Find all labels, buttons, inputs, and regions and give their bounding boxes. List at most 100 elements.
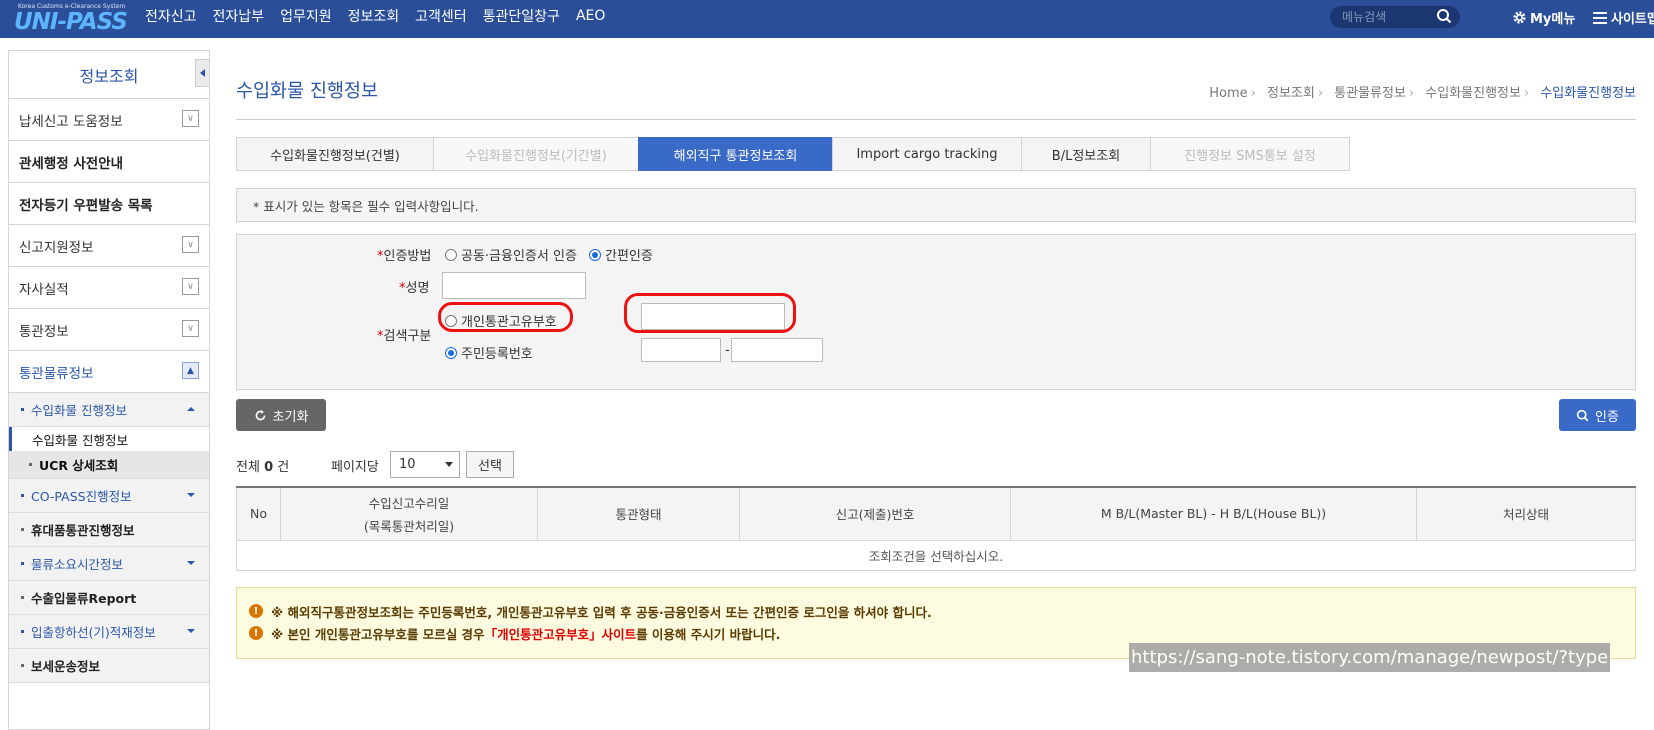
sidebar-item-label: 통관물류정보 [19, 365, 94, 382]
col-accept-date: 수입신고수리일 (목록통관처리일) [280, 486, 538, 541]
my-menu-button[interactable]: My메뉴 [1512, 8, 1575, 27]
nav-e-declaration[interactable]: 전자신고 [145, 6, 197, 26]
tab-bl-info[interactable]: B/L정보조회 [1021, 137, 1151, 171]
search-type-label: *검색구분 [377, 329, 432, 344]
name-input[interactable] [442, 272, 586, 299]
col-status: 처리상태 [1416, 486, 1636, 541]
menu-search-input[interactable] [1342, 9, 1432, 25]
hamburger-icon [1593, 11, 1607, 24]
empty-message: 조회조건을 선택하십시오. [236, 539, 1636, 571]
col-declaration-no: 신고(제출)번호 [739, 486, 1011, 541]
sidebar-sub-report[interactable]: 수출입물류Report [9, 581, 209, 615]
sidebar-item-tax-help[interactable]: 납세신고 도움정보 ∨ [9, 99, 209, 141]
rrn-back-input[interactable] [731, 338, 823, 362]
sidebar-sub-logistics-time[interactable]: 물류소요시간정보 [9, 547, 209, 581]
nav-aeo[interactable]: AEO [576, 8, 605, 24]
rrn-dash: - [725, 343, 730, 358]
tab-overseas-direct-purchase[interactable]: 해외직구 통관정보조회 [638, 137, 833, 171]
nav-work-support[interactable]: 업무지원 [280, 6, 332, 26]
gear-icon [1513, 11, 1526, 24]
sidebar-sub-label: UCR 상세조회 [39, 458, 119, 473]
warning-line: ! ※ 해외직구통관정보조회는 주민등록번호, 개인통관고유부호 입력 후 공동·… [249, 600, 1635, 622]
sidebar-sub-bonded-transport[interactable]: 보세운송정보 [9, 649, 209, 683]
uni-pass-logo[interactable]: Korea Customs e-Clearance System UNI-PAS… [12, 3, 128, 35]
radio-button-selected[interactable] [589, 248, 601, 261]
radio-simple-auth[interactable]: 간편인증 [589, 245, 653, 264]
sidebar-item-label: 자사실적 [19, 281, 69, 298]
bullet-icon [21, 596, 24, 599]
tab-import-cargo-period: 수입화물진행정보(기간별) [433, 137, 639, 171]
exclamation-icon: ! [249, 626, 263, 640]
radio-resident-number[interactable]: 주민등록번호 [445, 343, 533, 362]
select-button[interactable]: 선택 [466, 451, 514, 478]
bullet-icon [21, 562, 24, 565]
bullet-icon [21, 630, 24, 633]
sidebar-sub-import-cargo[interactable]: 수입화물 진행정보 [9, 393, 209, 427]
reset-button[interactable]: 초기화 [236, 399, 326, 431]
per-page-label: 페이지당 [331, 460, 379, 475]
caret-up-icon [187, 407, 195, 411]
breadcrumb-item[interactable]: 정보조회 [1267, 86, 1315, 101]
logo-text: UNI-PASS [14, 9, 128, 35]
sidebar-item-label: 전자등기 우편발송 목록 [19, 197, 153, 214]
chevron-down-icon[interactable]: ∨ [182, 110, 199, 127]
sidebar-item-clearance-info[interactable]: 통관정보 ∨ [9, 309, 209, 351]
tab-import-cargo-tracking[interactable]: Import cargo tracking [832, 137, 1022, 171]
my-menu-label: My메뉴 [1530, 12, 1576, 27]
sidebar-sub-label: 보세운송정보 [31, 659, 101, 674]
nav-single-window[interactable]: 통관단일창구 [483, 6, 560, 26]
sidebar-item-company-record[interactable]: 자사실적 ∨ [9, 267, 209, 309]
sidebar-sub-ucr[interactable]: UCR 상세조회 [9, 451, 209, 479]
results-table: No 수입신고수리일 (목록통관처리일) 통관형태 신고(제출)번호 M B/L(… [236, 486, 1636, 571]
auth-method-label: *인증방법 [377, 249, 432, 264]
search-form: *인증방법 공동·금융인증서 인증 간편인증 *성명 *검색구분 개인통관고유부… [236, 234, 1636, 390]
red-highlight-circle [438, 302, 573, 332]
nav-e-payment[interactable]: 전자납부 [213, 6, 265, 26]
radio-certificate-auth[interactable]: 공동·금융인증서 인증 [445, 245, 577, 264]
per-page-select[interactable]: 10 [390, 451, 460, 478]
breadcrumb-home[interactable]: Home [1209, 86, 1247, 101]
global-nav: 전자신고 전자납부 업무지원 정보조회 고객센터 통관단일창구 AEO [145, 0, 621, 32]
sidebar-sub-copass[interactable]: CO-PASS진행정보 [9, 479, 209, 513]
col-bl: M B/L(Master BL) - H B/L(House BL)) [1010, 486, 1417, 541]
breadcrumb-item[interactable]: 수입화물진행정보 [1425, 86, 1521, 101]
radio-button-selected[interactable] [445, 346, 457, 359]
authenticate-label: 인증 [1595, 409, 1619, 425]
chevron-left-icon [200, 69, 205, 77]
radio-button[interactable] [445, 248, 457, 261]
search-icon [1576, 409, 1589, 421]
chevron-down-icon[interactable]: ∨ [182, 236, 199, 253]
bullet-icon [21, 528, 24, 531]
nav-customer-center[interactable]: 고객센터 [415, 6, 467, 26]
authenticate-button[interactable]: 인증 [1559, 399, 1636, 431]
sidebar-sub-carry-on[interactable]: 휴대품통관진행정보 [9, 513, 209, 547]
sidebar-item-logistics-info[interactable]: 통관물류정보 ▲ [9, 351, 209, 393]
menu-search-box [1330, 6, 1460, 28]
chevron-down-icon[interactable]: ∨ [182, 278, 199, 295]
sidebar-sub-label: 휴대품통관진행정보 [31, 523, 135, 538]
sidebar-item-customs-notice[interactable]: 관세행정 사전안내 [9, 141, 209, 183]
breadcrumb-current: 수입화물진행정보 [1540, 86, 1636, 101]
sidebar-collapse-button[interactable] [195, 59, 209, 87]
chevron-up-icon[interactable]: ▲ [182, 362, 199, 379]
col-no: No [236, 486, 281, 541]
tab-bar: 수입화물진행정보(건별) 수입화물진행정보(기간별) 해외직구 통관정보조회 I… [236, 137, 1350, 171]
tab-sms-notification: 진행정보 SMS통보 설정 [1150, 137, 1350, 171]
divider [236, 119, 1636, 120]
breadcrumb-item[interactable]: 통관물류정보 [1334, 86, 1406, 101]
search-icon[interactable] [1436, 8, 1452, 24]
sidebar-sub-import-cargo-current[interactable]: 수입화물 진행정보 [9, 427, 209, 451]
sidebar-sub-port-loading[interactable]: 입출항하선(기)적재정보 [9, 615, 209, 649]
rrn-front-input[interactable] [641, 338, 721, 362]
nav-info-inquiry[interactable]: 정보조회 [348, 6, 400, 26]
sidebar-item-declaration-support[interactable]: 신고지원정보 ∨ [9, 225, 209, 267]
chevron-down-icon[interactable]: ∨ [182, 320, 199, 337]
tab-import-cargo-single[interactable]: 수입화물진행정보(건별) [236, 137, 434, 171]
sitemap-button[interactable]: 사이트맵 [1593, 8, 1654, 27]
bullet-icon [21, 494, 24, 497]
sidebar: 정보조회 납세신고 도움정보 ∨ 관세행정 사전안내 전자등기 우편발송 목록 신… [8, 50, 210, 730]
warning-line: ! ※ 본인 개인통관고유부호를 모르실 경우 「개인통관고유부호」사이트 를 이용… [249, 622, 1635, 644]
sidebar-sub-label: 입출항하선(기)적재정보 [31, 625, 156, 640]
customs-code-site-link[interactable]: 「개인통관고유부호」사이트 [485, 624, 637, 643]
sidebar-item-registered-mail[interactable]: 전자등기 우편발송 목록 [9, 183, 209, 225]
